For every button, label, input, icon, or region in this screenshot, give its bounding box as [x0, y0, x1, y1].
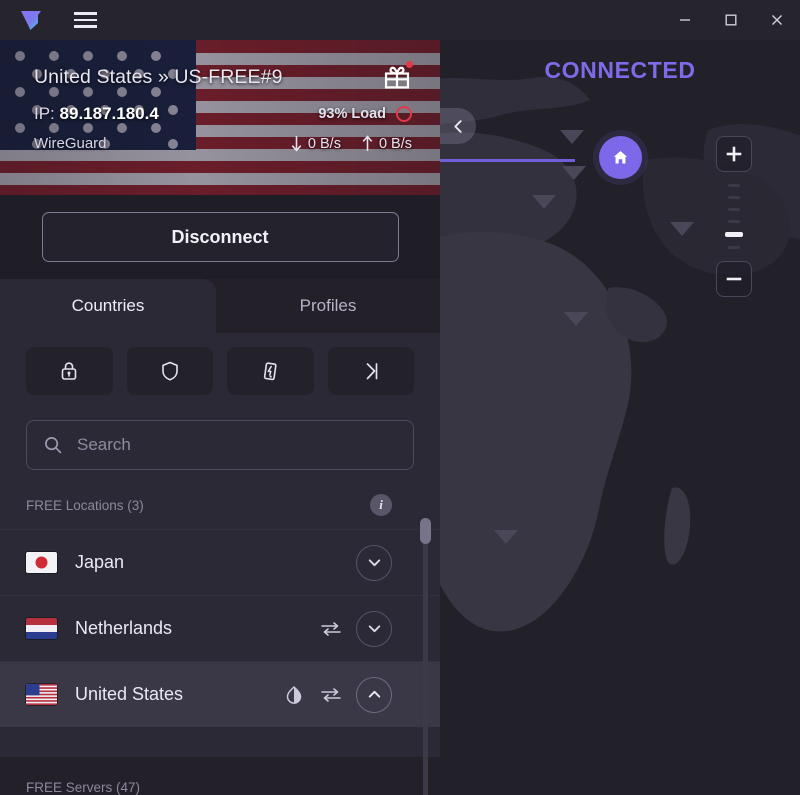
feature-toolbar: [0, 333, 440, 409]
speed-indicators: 0 B/s 0 B/s: [290, 135, 412, 152]
scrollbar-track[interactable]: [423, 518, 428, 795]
minimize-icon[interactable]: [662, 0, 708, 40]
download-speed: 0 B/s: [290, 135, 341, 152]
expand-country-button[interactable]: [356, 610, 392, 647]
tab-bar: Countries Profiles: [0, 279, 440, 333]
proton-vpn-logo-icon: [21, 11, 41, 30]
port-forwarding-icon: [366, 363, 378, 380]
zoom-tick[interactable]: [728, 246, 740, 249]
flag-nl: [26, 618, 57, 639]
expand-country-button[interactable]: [356, 544, 392, 581]
netshield-shield-icon: [161, 361, 178, 381]
tor-onion-icon: [286, 685, 302, 704]
arrow-down-icon: [291, 136, 302, 152]
server-load-text: 93% Load: [318, 106, 386, 122]
p2p-swap-icon: [321, 621, 341, 636]
flag-us: [26, 684, 57, 705]
netshield-button[interactable]: [126, 347, 213, 395]
home-icon: [613, 151, 628, 164]
vpn-connection-line: [440, 159, 575, 162]
scrollbar-thumb[interactable]: [420, 518, 431, 544]
ip-label: IP:: [34, 104, 55, 123]
list-item[interactable]: Japan: [0, 529, 440, 595]
collapse-country-button[interactable]: [356, 676, 392, 713]
minus-icon: [726, 277, 742, 281]
app-logo: [0, 0, 62, 40]
server-name: United States » US-FREE#9: [34, 66, 283, 88]
port-forwarding-button[interactable]: [327, 347, 414, 395]
chevron-up-icon: [368, 690, 380, 698]
map-zoom-in-button[interactable]: [716, 136, 752, 172]
upload-speed-value: 0 B/s: [378, 135, 412, 152]
protocol-label: WireGuard: [34, 135, 107, 152]
map-zoom-out-button[interactable]: [716, 261, 752, 297]
secure-core-lock-icon: [61, 362, 77, 380]
tab-profiles[interactable]: Profiles: [216, 279, 440, 333]
server-load-indicator: 93% Load: [318, 106, 412, 122]
map-zoom-slider[interactable]: [725, 172, 743, 261]
zoom-tick-current[interactable]: [725, 232, 743, 237]
maximize-icon[interactable]: [708, 0, 754, 40]
free-servers-header: FREE Servers (47): [0, 757, 440, 795]
list-item[interactable]: United States: [0, 661, 440, 727]
collapse-panel-button[interactable]: [440, 108, 476, 144]
zoom-tick[interactable]: [728, 196, 740, 199]
free-servers-label: FREE Servers (47): [26, 780, 141, 795]
search-icon: [45, 437, 62, 454]
search-zone: [0, 409, 440, 481]
arrow-up-icon: [362, 135, 373, 151]
gift-notification-dot: [406, 61, 413, 68]
zoom-tick[interactable]: [728, 184, 740, 187]
zoom-tick[interactable]: [728, 208, 740, 211]
connection-header: United States » US-FREE#9 IP: 89.187.180…: [0, 40, 440, 195]
kill-switch-icon: [264, 362, 277, 381]
country-list: Japan Netherlands United States: [0, 529, 440, 757]
hamburger-menu-icon[interactable]: [62, 0, 108, 40]
close-icon[interactable]: [754, 0, 800, 40]
country-badges: [320, 620, 342, 638]
connection-status-text: CONNECTED: [544, 57, 696, 83]
connection-header-row-1: United States » US-FREE#9: [34, 61, 413, 92]
info-icon[interactable]: i: [370, 494, 392, 516]
free-locations-header: FREE Locations (3) i: [0, 481, 440, 529]
recenter-home-button[interactable]: [599, 136, 642, 179]
plus-icon: [726, 146, 742, 162]
title-bar: [0, 0, 800, 40]
list-item[interactable]: Netherlands: [0, 595, 440, 661]
country-badges: [284, 685, 342, 705]
chevron-left-icon: [454, 119, 462, 133]
list-scrollbar[interactable]: [420, 518, 431, 795]
chevron-down-icon: [368, 559, 380, 567]
connection-header-row-3: WireGuard 0 B/s 0 B/s: [34, 135, 412, 152]
gift-offer-button[interactable]: [382, 61, 413, 92]
ip-address-line: IP: 89.187.180.4: [34, 104, 159, 124]
upload-speed: 0 B/s: [361, 135, 412, 152]
country-name: United States: [75, 684, 184, 704]
kill-switch-button[interactable]: [227, 347, 314, 395]
tab-countries[interactable]: Countries: [0, 279, 216, 333]
left-panel: United States » US-FREE#9 IP: 89.187.180…: [0, 40, 440, 795]
secure-core-button[interactable]: [26, 347, 113, 395]
connection-header-row-2: IP: 89.187.180.4 93% Load: [34, 104, 412, 124]
country-name: Netherlands: [75, 618, 173, 638]
ip-value: 89.187.180.4: [59, 104, 159, 123]
country-name: Japan: [75, 552, 125, 572]
chevron-down-icon: [368, 625, 380, 633]
map-zoom-control[interactable]: [715, 136, 753, 297]
download-speed-value: 0 B/s: [307, 135, 341, 152]
connection-info: United States » US-FREE#9 IP: 89.187.180…: [0, 40, 440, 195]
free-locations-label: FREE Locations (3): [26, 497, 144, 513]
flag-jp: [26, 552, 57, 573]
vpn-app-window: CONNECTED United States » US-FREE#9 IP: …: [0, 0, 800, 795]
zoom-tick[interactable]: [728, 220, 740, 223]
p2p-swap-icon: [321, 687, 341, 702]
disconnect-button[interactable]: Disconnect: [41, 212, 399, 262]
world-map-panel[interactable]: CONNECTED: [440, 40, 800, 795]
server-load-ring-icon: [396, 106, 412, 122]
disconnect-zone: Disconnect: [0, 195, 440, 279]
search-input[interactable]: [77, 435, 397, 455]
search-box[interactable]: [26, 420, 414, 470]
